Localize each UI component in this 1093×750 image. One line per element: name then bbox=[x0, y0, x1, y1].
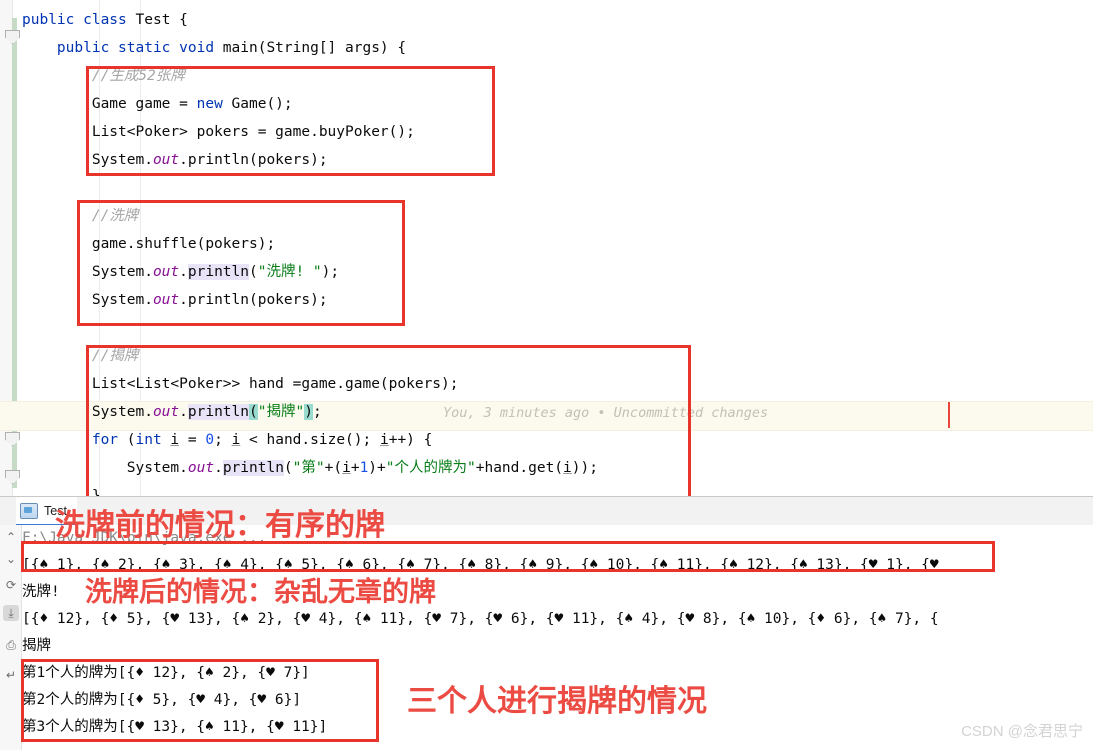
scroll-to-end-icon[interactable]: ⤓ bbox=[3, 605, 19, 621]
annotation-text-three-players: 三个人进行揭牌的情况 bbox=[407, 685, 707, 718]
expand-up-icon[interactable]: ⌃ bbox=[3, 529, 19, 545]
code-editor[interactable]: public class Test { public static void m… bbox=[0, 0, 1093, 496]
text-caret bbox=[948, 402, 950, 428]
console-line: 揭牌 bbox=[22, 638, 51, 654]
code-line: public static void main(String[] args) { bbox=[22, 34, 598, 62]
annotation-box-deal-cards bbox=[86, 66, 495, 176]
console-toolbar[interactable]: ⌃ ⌄ ⟳ ⤓ ⎙ ↵ bbox=[0, 525, 22, 750]
csdn-watermark: CSDN @念君思宁 bbox=[961, 723, 1083, 740]
code-line: public class Test { bbox=[22, 6, 598, 34]
code-token: Test { bbox=[135, 12, 188, 28]
code-token: static bbox=[118, 40, 180, 56]
run-configuration-icon bbox=[20, 502, 38, 519]
annotation-text-before-shuffle: 洗牌前的情况：有序的牌 bbox=[55, 509, 385, 542]
annotation-box-reveal bbox=[86, 345, 691, 496]
annotation-box-shuffle bbox=[77, 200, 405, 326]
annotation-box-sorted-output bbox=[21, 541, 995, 572]
soft-wrap-icon[interactable]: ↵ bbox=[3, 667, 19, 683]
rerun-icon[interactable]: ⟳ bbox=[3, 577, 19, 593]
annotation-text-after-shuffle: 洗牌后的情况：杂乱无章的牌 bbox=[85, 577, 436, 607]
code-token: class bbox=[83, 12, 136, 28]
print-icon[interactable]: ⎙ bbox=[3, 637, 19, 653]
code-token: void bbox=[179, 40, 223, 56]
code-token: public bbox=[56, 40, 119, 56]
console-line: [{♦ 12}, {♦ 5}, {♥ 13}, {♠ 2}, {♥ 4}, {♠… bbox=[22, 611, 939, 627]
annotation-box-players-output bbox=[21, 659, 379, 742]
code-token: public bbox=[22, 12, 84, 28]
expand-down-icon[interactable]: ⌄ bbox=[3, 551, 19, 567]
code-token: main(String[] args) { bbox=[222, 40, 407, 56]
